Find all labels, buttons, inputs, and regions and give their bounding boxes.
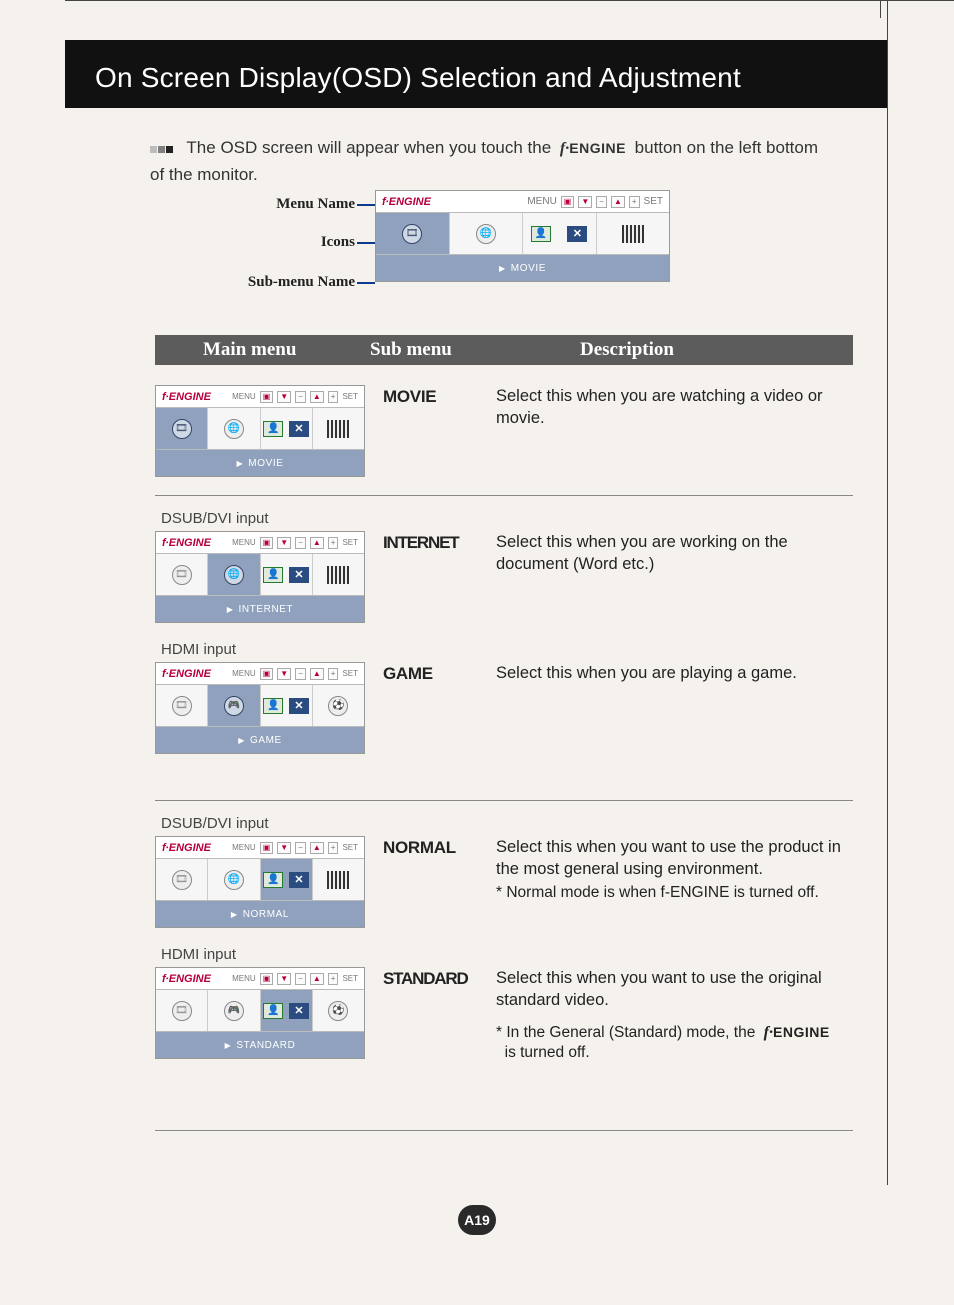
note-standard-3: is turned off. xyxy=(505,1044,590,1061)
thumb-movie: f∙ENGINEMENU▣▼−▲+SET 🎞 🌐 👤✕ ▶MOVIE xyxy=(155,385,365,477)
label-dsub-dvi: DSUB/DVI input xyxy=(161,510,853,527)
row-internet-game: DSUB/DVI input f∙ENGINEMENU▣▼−▲+SET 🎞 🌐 … xyxy=(155,510,853,754)
movie-icon: 🎞 xyxy=(376,213,450,254)
osd-preview-main: f∙ENGINE MENU ▣ ▼− ▲ + SET 🎞 🌐 👤✕ ▶ MOVIE xyxy=(375,190,670,282)
triangle-icon: ▶ xyxy=(499,264,506,273)
desc-standard-text: Select this when you want to use the ori… xyxy=(496,969,822,1009)
note-standard-1: * In the General (Standard) mode, the xyxy=(496,1024,755,1041)
thumb-normal-footer: NORMAL xyxy=(243,909,289,920)
menu-key-icon: ▣ xyxy=(561,196,575,208)
col-description: Description xyxy=(500,339,853,361)
desc-normal-text: Select this when you want to use the pro… xyxy=(496,838,841,878)
thumb-movie-footer: MOVIE xyxy=(248,458,283,469)
desc-internet: Select this when you are working on the … xyxy=(496,531,853,576)
fengine-button-label: f∙ENGINE xyxy=(556,140,630,157)
osd-icons-row: 🎞 🌐 👤✕ xyxy=(376,213,669,255)
osd-set-label: SET xyxy=(644,196,663,207)
page-title-bar: On Screen Display(OSD) Selection and Adj… xyxy=(65,40,887,108)
thumb-internet-footer: INTERNET xyxy=(238,604,293,615)
osd-title: f∙ENGINE xyxy=(382,196,431,208)
label-menu-name: Menu Name xyxy=(276,196,355,213)
thumb-standard: f∙ENGINEMENU▣▼−▲+SET 🎞 🎮 👤✕ ⚽ ▶STANDARD xyxy=(155,967,365,1059)
col-sub-menu: Sub menu xyxy=(370,339,500,361)
label-hdmi: HDMI input xyxy=(161,641,853,658)
sub-internet: INTERNET xyxy=(383,531,478,553)
label-dsub-dvi-2: DSUB/DVI input xyxy=(161,815,853,832)
page-number: A19 xyxy=(458,1205,496,1235)
divider xyxy=(155,1130,853,1131)
up-key-icon: ▲ xyxy=(611,196,625,208)
intro-text: The OSD screen will appear when you touc… xyxy=(150,135,834,188)
note-standard: * In the General (Standard) mode, the f∙… xyxy=(496,1022,853,1065)
desc-movie: Select this when you are watching a vide… xyxy=(496,385,853,430)
thumb-normal: f∙ENGINEMENU▣▼−▲+SET 🎞 🌐 👤✕ ▶NORMAL xyxy=(155,836,365,928)
sub-movie: MOVIE xyxy=(383,385,478,407)
thumb-game-footer: GAME xyxy=(250,735,282,746)
divider xyxy=(155,495,853,496)
internet-icon: 🌐 xyxy=(450,213,524,254)
user-icon: 👤 xyxy=(523,213,559,254)
label-sub-menu-name: Sub-menu Name xyxy=(248,274,355,291)
desc-standard: Select this when you want to use the ori… xyxy=(496,967,853,1064)
label-hdmi-2: HDMI input xyxy=(161,946,853,963)
label-icons: Icons xyxy=(321,234,355,251)
down-key-icon: ▼ xyxy=(578,196,592,208)
page-border-right xyxy=(887,0,888,1185)
page-tick xyxy=(880,0,881,18)
connector-line xyxy=(357,282,375,284)
thumb-game: f∙ENGINEMENU▣▼−▲+SET 🎞 🎮 👤✕ ⚽ ▶GAME xyxy=(155,662,365,754)
col-main-menu: Main menu xyxy=(155,339,370,361)
connector-line xyxy=(357,242,375,244)
connector-line xyxy=(357,204,375,206)
page-title: On Screen Display(OSD) Selection and Adj… xyxy=(95,62,741,93)
demo-icon xyxy=(597,213,670,254)
desc-game: Select this when you are playing a game. xyxy=(496,662,853,684)
row-movie: f∙ENGINEMENU▣▼−▲+SET 🎞 🌐 👤✕ ▶MOVIE MOVIE… xyxy=(155,385,853,477)
normal-icon: ✕ xyxy=(559,213,595,254)
intro-part-1: The OSD screen will appear when you touc… xyxy=(186,138,551,157)
osd-footer-text: MOVIE xyxy=(511,263,546,274)
plus-key-icon: + xyxy=(629,196,640,208)
bullet-icon xyxy=(150,135,174,161)
minus-key-icon: − xyxy=(596,196,607,208)
sub-game: GAME xyxy=(383,662,478,684)
desc-normal: Select this when you want to use the pro… xyxy=(496,836,853,903)
row-normal-standard: DSUB/DVI input f∙ENGINEMENU▣▼−▲+SET 🎞 🌐 … xyxy=(155,815,853,1064)
page-border-top xyxy=(65,0,954,4)
split-cell: 👤✕ xyxy=(523,213,597,254)
osd-header: f∙ENGINE MENU ▣ ▼− ▲ + SET xyxy=(376,191,669,213)
thumb-internet: f∙ENGINEMENU▣▼−▲+SET 🎞 🌐 👤✕ ▶INTERNET xyxy=(155,531,365,623)
thumb-standard-footer: STANDARD xyxy=(236,1040,295,1051)
table-header: Main menu Sub menu Description xyxy=(155,335,853,365)
sub-standard: STANDARD xyxy=(383,967,478,989)
fengine-inline-icon: f∙ENGINE xyxy=(760,1024,830,1041)
sub-normal: NORMAL xyxy=(383,836,478,858)
divider xyxy=(155,800,853,801)
osd-footer: ▶ MOVIE xyxy=(376,255,669,281)
note-normal: * Normal mode is when f-ENGINE is turned… xyxy=(496,883,853,904)
osd-menu-label: MENU xyxy=(527,196,556,207)
